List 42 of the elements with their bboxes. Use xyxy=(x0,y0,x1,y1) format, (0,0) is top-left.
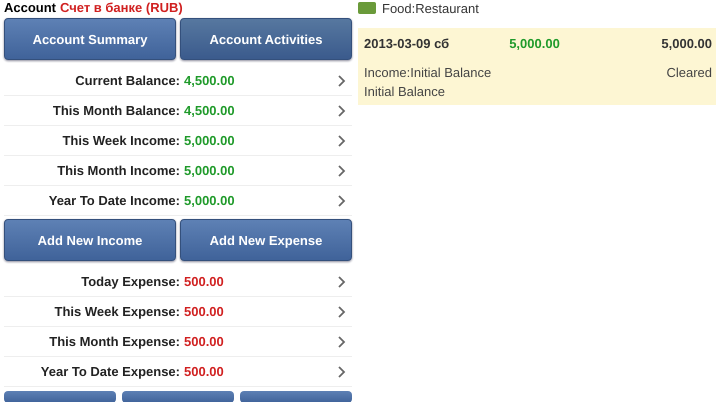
chevron-icon[interactable] xyxy=(338,104,346,116)
row-label: Year To Date Expense: xyxy=(40,364,180,379)
chevron-icon[interactable] xyxy=(338,134,346,146)
transaction-date: 2013-03-09 сб xyxy=(364,36,450,51)
row-label: This Week Income: xyxy=(61,133,180,148)
chevron-icon[interactable] xyxy=(338,366,346,378)
row-label: This Month Expense: xyxy=(48,334,180,349)
amount-value: 500.00 xyxy=(184,274,225,289)
transaction-category: Income:Initial Balance xyxy=(364,65,492,80)
row-label: This Week Expense: xyxy=(54,304,180,319)
category-label: Food:Restaurant xyxy=(382,0,479,16)
tab[interactable]: Account Activities xyxy=(180,18,352,60)
row-label: Current Balance: xyxy=(74,73,180,88)
amount-value: 5,000.00 xyxy=(184,133,236,148)
chevron-icon[interactable] xyxy=(338,164,346,176)
tab[interactable]: Account Summary xyxy=(4,18,176,60)
transaction-card[interactable]: 2013-03-09 сб 5,000.00 5,000.00 Income:Initial Balance Cleared Initial Balance xyxy=(358,28,716,105)
row-label: This Month Income: xyxy=(56,163,180,178)
running-balance: 5,000.00 xyxy=(661,36,712,51)
amount-value: 4,500.00 xyxy=(184,73,236,88)
amount-value: 5,000.00 xyxy=(184,163,236,178)
transaction-status: Cleared xyxy=(666,65,712,80)
action-button[interactable]: Add New Expense xyxy=(180,219,352,261)
chevron-icon[interactable] xyxy=(338,74,346,86)
row-label: Year To Date Income: xyxy=(48,193,180,208)
amount-value: 500.00 xyxy=(184,304,225,319)
amount-value: 500.00 xyxy=(184,364,225,379)
chevron-icon[interactable] xyxy=(338,306,346,318)
transaction-amount: 5,000.00 xyxy=(509,36,561,51)
row-label: Today Expense: xyxy=(80,274,180,289)
chevron-icon[interactable] xyxy=(338,194,346,206)
chevron-icon[interactable] xyxy=(338,336,346,348)
amount-value: 5,000.00 xyxy=(184,193,236,208)
amount-value: 500.00 xyxy=(184,334,225,349)
action-button[interactable]: Add New Income xyxy=(4,219,176,261)
row-label: This Month Balance: xyxy=(52,103,180,118)
account-name: Счет в банке (RUB) xyxy=(60,0,183,15)
chevron-icon[interactable] xyxy=(338,276,346,288)
category-icon xyxy=(358,2,376,14)
transaction-memo: Initial Balance xyxy=(364,84,445,99)
header-label: Account xyxy=(4,0,56,15)
amount-value: 4,500.00 xyxy=(184,103,236,118)
